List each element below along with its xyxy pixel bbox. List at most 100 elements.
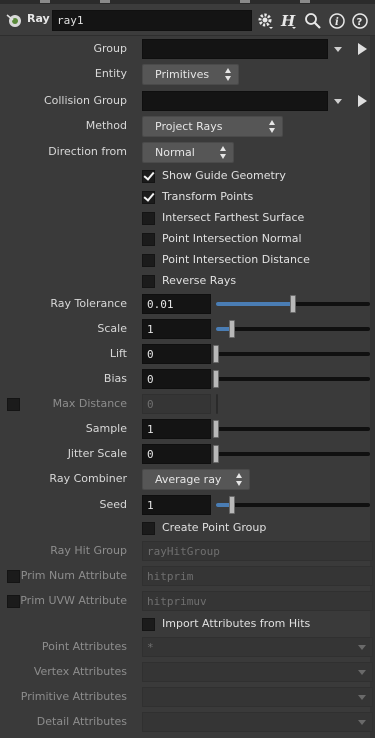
bias-slider-track[interactable] [216, 377, 370, 381]
bias-input[interactable]: 0 [142, 369, 211, 389]
direction-from-label: Direction from [48, 145, 127, 158]
lift-label: Lift [109, 347, 127, 360]
collision-group-input[interactable] [142, 91, 328, 111]
lift-input[interactable]: 0 [142, 344, 211, 364]
lift-slider-track[interactable] [216, 352, 370, 356]
jitter-scale-label: Jitter Scale [67, 447, 127, 460]
reverse-rays-label: Reverse Rays [162, 274, 237, 287]
max-distance-input[interactable]: 0 [142, 394, 211, 414]
vertex-attrs-dropdown-button[interactable] [355, 662, 369, 682]
import-attrs-checkbox[interactable] [142, 618, 155, 631]
point-attrs-label: Point Attributes [41, 640, 127, 653]
prim-uvw-attr-enable-checkbox[interactable] [7, 595, 20, 608]
reverse-rays-row: Reverse Rays [0, 271, 375, 291]
group-label: Group [93, 42, 128, 55]
node-name-field[interactable]: ray1 [52, 10, 252, 31]
sample-input[interactable]: 1 [142, 419, 211, 439]
sample-slider-track[interactable] [216, 427, 370, 431]
intersect-farthest-checkbox[interactable] [142, 212, 155, 225]
ray-hit-group-input[interactable]: rayHitGroup [142, 541, 373, 561]
ray-combiner-menu[interactable]: Average ray [142, 469, 250, 490]
direction-from-row: Direction from Normal [0, 142, 375, 163]
primitive-attrs-row: Primitive Attributes [0, 687, 375, 707]
vertex-attrs-row: Vertex Attributes [0, 662, 375, 682]
method-row: Method Project Rays [0, 116, 375, 137]
help-icon[interactable]: ? [351, 12, 369, 30]
show-guide-row: Show Guide Geometry [0, 166, 375, 186]
group-row: Group [0, 39, 375, 59]
point-int-normal-checkbox[interactable] [142, 233, 155, 246]
point-int-distance-checkbox[interactable] [142, 254, 155, 267]
svg-text:i: i [335, 17, 339, 28]
transform-points-checkbox[interactable] [142, 191, 155, 204]
seed-row: Seed 1 [0, 495, 375, 515]
houdini-help-icon[interactable]: H [280, 12, 298, 30]
max-distance-label: Max Distance [52, 397, 127, 410]
jitter-scale-slider-track[interactable] [216, 452, 370, 456]
prim-num-attr-input[interactable]: hitprim [142, 566, 373, 586]
jitter-scale-slider-handle[interactable] [213, 445, 219, 463]
entity-label: Entity [94, 67, 127, 80]
scale-input[interactable]: 1 [142, 319, 211, 339]
collision-group-label: Collision Group [43, 94, 127, 107]
seed-slider-track[interactable] [216, 503, 370, 507]
sample-row: Sample 1 [0, 419, 375, 439]
entity-menu[interactable]: Primitives [142, 64, 239, 85]
detail-attrs-input[interactable] [142, 712, 373, 732]
group-dropdown-button[interactable] [331, 39, 345, 59]
seed-input[interactable]: 1 [142, 495, 211, 515]
detail-attrs-row: Detail Attributes [0, 712, 375, 732]
search-icon[interactable] [304, 12, 322, 30]
point-attrs-input[interactable]: * [142, 637, 373, 657]
create-point-group-label: Create Point Group [162, 521, 267, 534]
direction-from-menu[interactable]: Normal [142, 142, 234, 163]
lift-slider-handle[interactable] [213, 345, 219, 363]
point-attrs-dropdown-button[interactable] [355, 637, 369, 657]
prim-uvw-attr-input[interactable]: hitprimuv [142, 591, 373, 611]
info-icon[interactable]: i [328, 12, 346, 30]
toolbar-glyph [100, 0, 110, 3]
intersect-farthest-row: Intersect Farthest Surface [0, 208, 375, 228]
method-menu[interactable]: Project Rays [142, 116, 283, 137]
show-guide-label: Show Guide Geometry [162, 169, 286, 182]
toolbar-glyph [40, 0, 50, 3]
bias-slider-handle[interactable] [213, 370, 219, 388]
ray-tolerance-input[interactable]: 0.01 [142, 294, 211, 314]
primitive-attrs-dropdown-button[interactable] [355, 687, 369, 707]
reverse-rays-checkbox[interactable] [142, 275, 155, 288]
ray-hit-group-label: Ray Hit Group [50, 544, 127, 557]
jitter-scale-input[interactable]: 0 [142, 444, 211, 464]
create-point-group-checkbox[interactable] [142, 522, 155, 535]
max-distance-enable-checkbox[interactable] [7, 398, 20, 411]
collision-group-select-arrow-icon[interactable] [355, 91, 369, 111]
scale-row: Scale 1 [0, 319, 375, 339]
bias-label: Bias [103, 372, 127, 385]
group-input[interactable] [142, 39, 328, 59]
seed-slider-handle[interactable] [229, 496, 235, 514]
jitter-scale-row: Jitter Scale 0 [0, 444, 375, 464]
scale-slider-track[interactable] [216, 327, 370, 331]
scale-label: Scale [97, 322, 127, 335]
prim-num-attr-enable-checkbox[interactable] [7, 570, 20, 583]
max-distance-row: Max Distance 0 [0, 394, 375, 414]
toolbar-glyph [240, 0, 250, 3]
primitive-attrs-label: Primitive Attributes [20, 690, 127, 703]
vertex-attrs-label: Vertex Attributes [33, 665, 127, 678]
sample-slider-handle[interactable] [213, 420, 219, 438]
show-guide-checkbox[interactable] [142, 170, 155, 183]
intersect-farthest-label: Intersect Farthest Surface [162, 211, 305, 224]
primitive-attrs-input[interactable] [142, 687, 373, 707]
vertex-attrs-input[interactable] [142, 662, 373, 682]
ray-tolerance-slider-handle[interactable] [290, 295, 296, 313]
group-select-arrow-icon[interactable] [355, 39, 369, 59]
transform-points-row: Transform Points [0, 187, 375, 207]
toolbar-glyph [300, 0, 310, 3]
detail-attrs-dropdown-button[interactable] [355, 712, 369, 732]
collision-group-dropdown-button[interactable] [331, 91, 345, 111]
scale-slider-handle[interactable] [229, 320, 235, 338]
prim-uvw-attr-row: Prim UVW Attribute hitprimuv [0, 591, 375, 611]
ray-tolerance-slider-fill [216, 302, 293, 306]
gear-icon[interactable] [257, 12, 275, 30]
detail-attrs-label: Detail Attributes [36, 715, 127, 728]
point-int-normal-row: Point Intersection Normal [0, 229, 375, 249]
